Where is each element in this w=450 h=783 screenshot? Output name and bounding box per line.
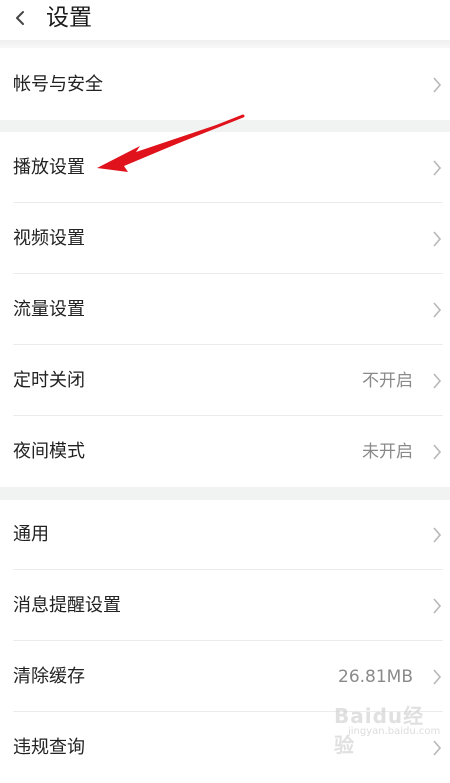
header-divider [0, 40, 450, 48]
chevron-left-icon [16, 11, 24, 25]
row-divider [13, 273, 443, 274]
settings-row-night-mode[interactable]: 夜间模式 未开启 [0, 417, 450, 487]
section-gap [0, 487, 450, 500]
chevron-right-icon [432, 230, 442, 248]
settings-row-sleep-timer[interactable]: 定时关闭 不开启 [0, 346, 450, 416]
row-value: 不开启 [362, 371, 413, 391]
chevron-right-icon [432, 372, 442, 390]
back-button[interactable] [10, 4, 34, 32]
settings-row-notifications[interactable]: 消息提醒设置 [0, 571, 450, 641]
settings-row-video[interactable]: 视频设置 [0, 204, 450, 274]
row-label: 播放设置 [13, 157, 85, 178]
chevron-right-icon [432, 526, 442, 544]
chevron-right-icon [432, 443, 442, 461]
row-label: 流量设置 [13, 299, 85, 320]
row-value: 未开启 [362, 442, 413, 462]
row-label: 通用 [13, 524, 49, 545]
chevron-right-icon [432, 668, 442, 686]
row-divider [13, 640, 443, 641]
chevron-right-icon [432, 159, 442, 177]
title-bar: 设置 [0, 0, 450, 40]
chevron-right-icon [432, 301, 442, 319]
row-divider [13, 202, 443, 203]
settings-row-account-security[interactable]: 帐号与安全 [0, 50, 450, 120]
settings-row-data-usage[interactable]: 流量设置 [0, 275, 450, 345]
row-label: 清除缓存 [13, 666, 85, 687]
settings-row-general[interactable]: 通用 [0, 500, 450, 570]
page-title: 设置 [46, 5, 92, 31]
watermark-subtext: jingyan.baidu.com [348, 726, 441, 737]
row-label: 定时关闭 [13, 370, 85, 391]
row-label: 消息提醒设置 [13, 595, 121, 616]
section-gap [0, 120, 450, 132]
row-label: 帐号与安全 [13, 74, 103, 95]
row-label: 夜间模式 [13, 441, 85, 462]
chevron-right-icon [432, 76, 442, 94]
row-divider [13, 415, 443, 416]
row-divider [13, 344, 443, 345]
row-label: 视频设置 [13, 228, 85, 249]
baidu-jingyan-watermark: Baidu经验 jingyan.baidu.com [334, 700, 444, 757]
row-divider [13, 569, 443, 570]
settings-row-playback[interactable]: 播放设置 [0, 133, 450, 203]
row-label: 违规查询 [13, 737, 85, 758]
chevron-right-icon [432, 597, 442, 615]
